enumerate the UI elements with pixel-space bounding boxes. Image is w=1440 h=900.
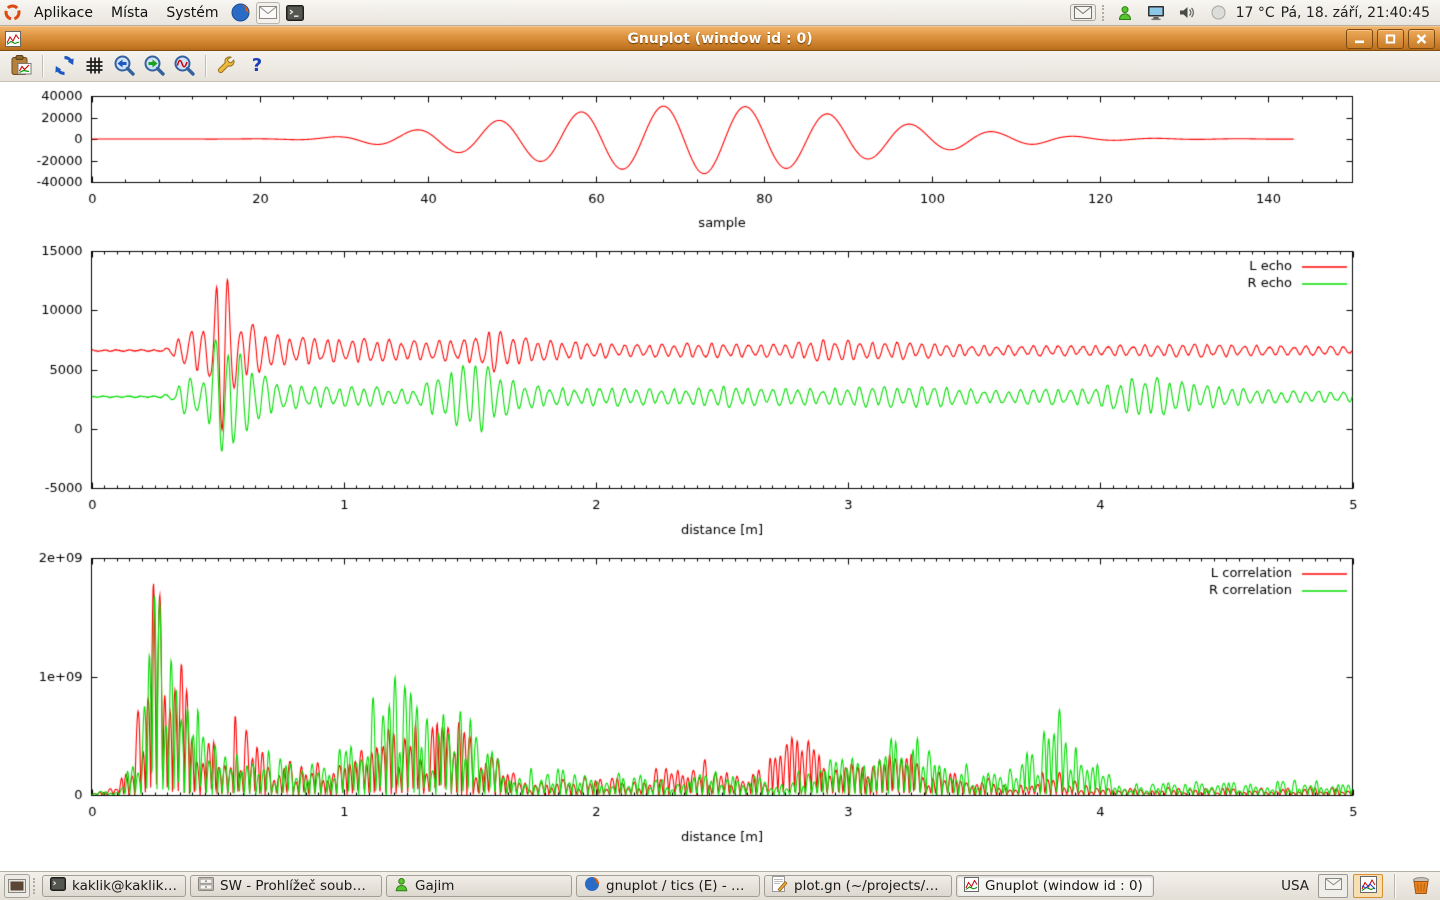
terminal-icon[interactable] bbox=[284, 3, 306, 23]
trash-icon bbox=[1410, 874, 1432, 899]
gnuplot-toolbar: ? bbox=[0, 50, 1440, 82]
toolbar-separator bbox=[42, 55, 43, 77]
firefox-icon[interactable] bbox=[230, 3, 252, 23]
menu-system-label: Systém bbox=[166, 5, 218, 21]
window-titlebar[interactable]: Gnuplot (window id : 0) bbox=[0, 26, 1440, 51]
task-label: Gnuplot (window id : 0) bbox=[985, 878, 1143, 894]
trash-applet[interactable] bbox=[1406, 874, 1436, 899]
gnuplot-icon bbox=[1360, 876, 1377, 897]
bottom-taskbar: kaklik@kaklik-kolej-u... SW - Prohlížeč … bbox=[0, 871, 1440, 900]
reset-zoom-button[interactable] bbox=[169, 52, 199, 79]
taskbar-separator bbox=[1394, 874, 1395, 898]
help-button[interactable]: ? bbox=[242, 52, 272, 79]
replot-button[interactable] bbox=[49, 52, 79, 79]
ubuntu-logo-icon[interactable] bbox=[4, 4, 21, 21]
maximize-button[interactable] bbox=[1377, 29, 1404, 49]
tray-mail-button[interactable] bbox=[1318, 874, 1348, 898]
mail-notification-icon[interactable] bbox=[1070, 4, 1096, 21]
toolbar-separator bbox=[205, 55, 206, 77]
gnuplot-icon bbox=[964, 877, 979, 896]
gajim-status-icon[interactable] bbox=[1117, 5, 1133, 21]
menu-system[interactable]: Systém bbox=[157, 0, 227, 25]
plot-canvas-correlations[interactable] bbox=[0, 545, 1440, 871]
menu-applications[interactable]: Aplikace bbox=[25, 0, 102, 25]
window-title: Gnuplot (window id : 0) bbox=[0, 31, 1440, 47]
task-gajim[interactable]: Gajim bbox=[386, 875, 572, 897]
settings-button[interactable] bbox=[212, 52, 242, 79]
help-icon: ? bbox=[252, 57, 262, 75]
menu-applications-label: Aplikace bbox=[34, 5, 93, 21]
close-button[interactable] bbox=[1408, 29, 1435, 49]
plot-canvas-sample-signal[interactable] bbox=[0, 88, 1440, 240]
mail-icon bbox=[1325, 878, 1342, 894]
terminal-icon bbox=[50, 877, 66, 895]
display-icon[interactable] bbox=[1147, 5, 1165, 21]
tasklist-grip-handle[interactable] bbox=[33, 878, 38, 894]
task-gnuplot[interactable]: Gnuplot (window id : 0) bbox=[956, 875, 1154, 897]
previous-zoom-button[interactable] bbox=[109, 52, 139, 79]
task-label: kaklik@kaklik-kolej-u... bbox=[72, 878, 178, 894]
weather-icon[interactable] bbox=[1211, 5, 1226, 20]
menu-places[interactable]: Místa bbox=[102, 0, 157, 25]
gnuplot-canvas-area bbox=[0, 82, 1440, 872]
gajim-icon bbox=[394, 877, 409, 896]
show-desktop-button[interactable] bbox=[4, 874, 30, 898]
toggle-grid-button[interactable] bbox=[79, 52, 109, 79]
plot-canvas-echoes[interactable] bbox=[0, 240, 1440, 545]
task-firefox[interactable]: gnuplot / tics (E) - M... bbox=[576, 875, 760, 897]
volume-icon[interactable] bbox=[1179, 5, 1197, 20]
tray-gnuplot-button[interactable] bbox=[1353, 874, 1383, 898]
task-terminal[interactable]: kaklik@kaklik-kolej-u... bbox=[42, 875, 186, 897]
tray-grip-handle[interactable] bbox=[1102, 5, 1107, 21]
firefox-icon bbox=[584, 876, 600, 896]
temperature-label[interactable]: 17 °C bbox=[1236, 5, 1275, 21]
text-editor-icon bbox=[772, 876, 788, 896]
task-label: plot.gn (~/projects/p... bbox=[794, 878, 944, 894]
copy-to-clipboard-button[interactable] bbox=[6, 52, 36, 79]
next-zoom-button[interactable] bbox=[139, 52, 169, 79]
mail-icon[interactable] bbox=[256, 2, 280, 24]
task-label: Gajim bbox=[415, 878, 454, 894]
gnome-top-panel: Aplikace Místa Systém bbox=[0, 0, 1440, 26]
task-text-editor[interactable]: plot.gn (~/projects/p... bbox=[764, 875, 952, 897]
task-label: gnuplot / tics (E) - M... bbox=[606, 878, 752, 894]
clock-applet[interactable]: Pá, 18. září, 21:40:45 bbox=[1281, 5, 1430, 21]
file-manager-icon bbox=[198, 877, 214, 895]
task-file-manager[interactable]: SW - Prohlížeč souborů bbox=[190, 875, 382, 897]
task-label: SW - Prohlížeč souborů bbox=[220, 878, 374, 894]
keyboard-layout-indicator[interactable]: USA bbox=[1281, 878, 1309, 894]
menu-places-label: Místa bbox=[111, 5, 148, 21]
minimize-button[interactable] bbox=[1346, 29, 1373, 49]
